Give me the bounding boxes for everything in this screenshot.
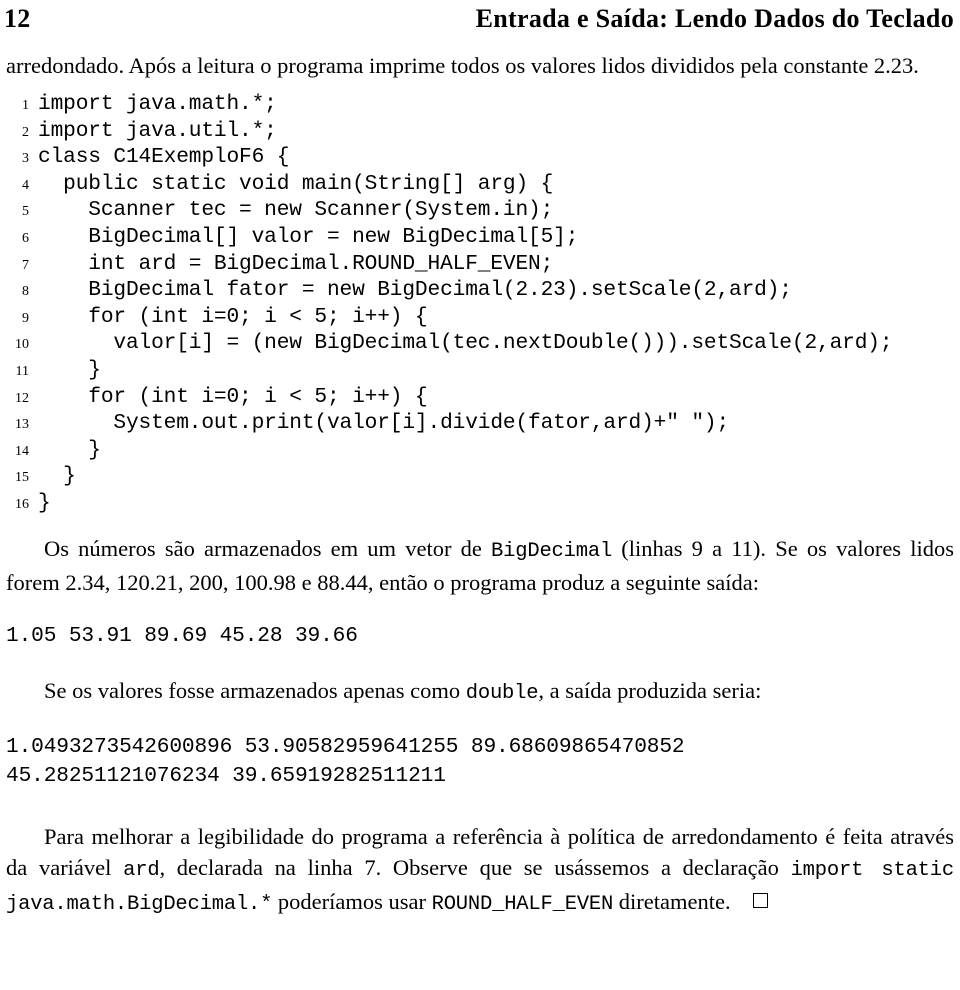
code-line: 4 public static void main(String[] arg) …	[4, 171, 956, 198]
code-text: import java.util.*;	[38, 118, 277, 143]
code-text: class C14ExemploF6 {	[38, 145, 290, 170]
code-text: public static void main(String[] arg) {	[38, 171, 554, 196]
code-line: 9 for (int i=0; i < 5; i++) {	[4, 304, 956, 331]
line-number: 13	[15, 417, 29, 433]
qed-box-icon	[752, 892, 768, 908]
paragraph-final-text-2: , declarada na linha 7. Observe que se u…	[159, 854, 791, 880]
line-number: 3	[22, 151, 29, 167]
code-line: 15 }	[4, 463, 956, 490]
line-number: 7	[22, 257, 29, 273]
code-line: 6 BigDecimal[] valor = new BigDecimal[5]…	[4, 224, 956, 251]
paragraph-vetor: Os números são armazenados em um vetor d…	[4, 533, 956, 598]
code-line: 10 valor[i] = (new BigDecimal(tec.nextDo…	[4, 330, 956, 357]
line-number: 8	[22, 284, 29, 300]
code-line: 2 import java.util.*;	[4, 118, 956, 145]
code-line: 13 System.out.print(valor[i].divide(fato…	[4, 410, 956, 437]
code-line: 12 for (int i=0; i < 5; i++) {	[4, 384, 956, 411]
code-text: for (int i=0; i < 5; i++) {	[38, 384, 428, 409]
code-listing: 1 import java.math.*; 2 import java.util…	[4, 91, 956, 517]
code-line: 16 }	[4, 490, 956, 517]
code-text: }	[38, 464, 76, 489]
code-text: valor[i] = (new BigDecimal(tec.nextDoubl…	[38, 331, 893, 356]
page-header: 12 Entrada e Saída: Lendo Dados do Tecla…	[4, 0, 956, 38]
code-text: int ard = BigDecimal.ROUND_HALF_EVEN;	[38, 251, 554, 276]
paragraph-double: Se os valores fosse armazenados apenas c…	[4, 675, 956, 709]
code-text: System.out.print(valor[i].divide(fator,a…	[38, 411, 730, 436]
code-text: }	[38, 357, 101, 382]
code-text: import java.math.*;	[38, 92, 277, 116]
code-text: }	[38, 490, 51, 515]
code-line: 3 class C14ExemploF6 {	[4, 144, 956, 171]
line-number: 6	[22, 230, 29, 246]
code-line: 5 Scanner tec = new Scanner(System.in);	[4, 197, 956, 224]
intro-paragraph: arredondado. Após a leitura o programa i…	[6, 53, 919, 78]
paragraph-final-text-4: diretamente.	[613, 888, 731, 914]
page-number: 12	[4, 4, 31, 33]
line-number: 14	[15, 443, 29, 459]
code-text: BigDecimal fator = new BigDecimal(2.23).…	[38, 278, 792, 303]
inline-code-round-half-even: ROUND_HALF_EVEN	[431, 892, 614, 916]
line-number: 9	[22, 310, 29, 326]
chapter-title: Entrada e Saída: Lendo Dados do Teclado	[475, 4, 954, 33]
code-text: for (int i=0; i < 5; i++) {	[38, 304, 428, 329]
code-text: BigDecimal[] valor = new BigDecimal[5];	[38, 224, 579, 249]
line-number: 15	[15, 470, 29, 486]
paragraph-final-text-3: poderíamos usar	[272, 888, 432, 914]
line-number: 1	[22, 98, 29, 113]
code-line: 14 }	[4, 437, 956, 464]
code-text: }	[38, 437, 101, 462]
line-number: 2	[22, 124, 29, 140]
inline-code-double: double	[465, 681, 539, 705]
code-text: Scanner tec = new Scanner(System.in);	[38, 198, 554, 223]
inline-code-ard: ard	[123, 858, 160, 882]
output-double-line-1: 1.0493273542600896 53.90582959641255 89.…	[6, 734, 685, 759]
line-number: 5	[22, 204, 29, 220]
line-number: 16	[15, 496, 29, 512]
line-number: 11	[15, 363, 29, 379]
paragraph-final: Para melhorar a legibilidade do programa…	[4, 821, 956, 920]
code-line: 8 BigDecimal fator = new BigDecimal(2.23…	[4, 277, 956, 304]
output-bigdecimal: 1.05 53.91 89.69 45.28 39.66	[6, 623, 358, 648]
code-line: 7 int ard = BigDecimal.ROUND_HALF_EVEN;	[4, 251, 956, 278]
output-double-line-2: 45.28251121076234 39.65919282511211	[6, 763, 446, 788]
inline-code-bigdecimal: BigDecimal	[491, 539, 613, 563]
code-line: 1 import java.math.*;	[4, 91, 956, 118]
line-number: 10	[15, 337, 29, 353]
document-page: 12 Entrada e Saída: Lendo Dados do Tecla…	[0, 0, 960, 990]
code-line: 11 }	[4, 357, 956, 384]
line-number: 4	[22, 177, 29, 193]
paragraph-vetor-text-1: Os números são armazenados em um vetor d…	[44, 535, 492, 561]
paragraph-double-text-2: , a saída produzida seria:	[538, 677, 762, 703]
line-number: 12	[15, 390, 29, 406]
paragraph-double-text-1: Se os valores fosse armazenados apenas c…	[44, 677, 466, 703]
